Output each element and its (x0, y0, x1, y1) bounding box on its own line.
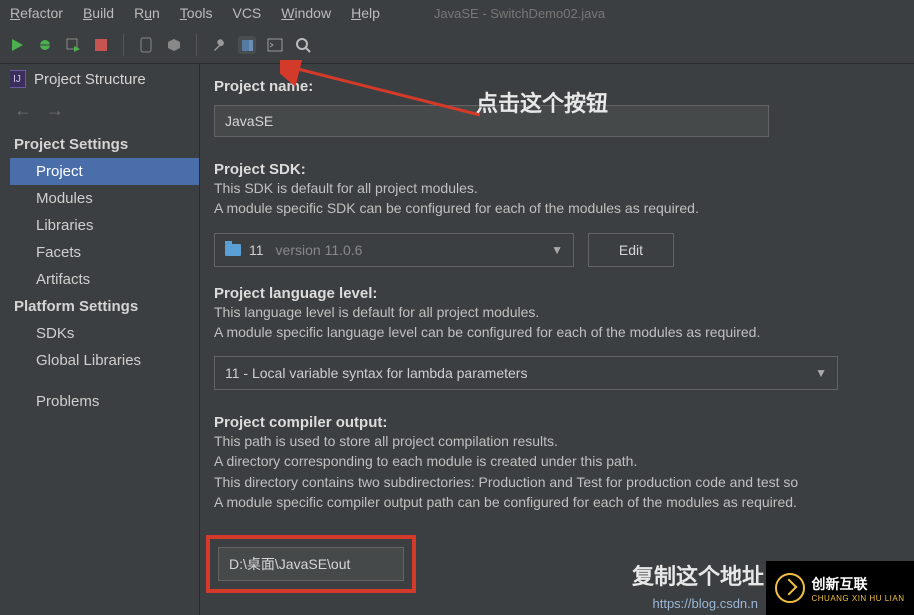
desc-out-1: This path is used to store all project c… (214, 431, 900, 451)
label-compiler-output: Project compiler output: (214, 414, 900, 431)
desc-lang-1: This language level is default for all p… (214, 302, 900, 322)
sidebar-item-libraries[interactable]: Libraries (0, 212, 199, 239)
compiler-output-input[interactable] (218, 547, 404, 581)
coverage-icon[interactable] (64, 36, 82, 54)
bug-icon[interactable] (36, 36, 54, 54)
edit-button[interactable]: Edit (588, 233, 674, 267)
forward-arrow-icon[interactable]: → (46, 100, 64, 121)
sidebar-item-artifacts[interactable]: Artifacts (0, 266, 199, 293)
watermark: 创新互联 CHUANG XIN HU LIAN (766, 561, 914, 615)
toolbar (0, 26, 914, 64)
annotation-click-label: 点击这个按钮 (476, 86, 608, 118)
desc-out-2: A directory corresponding to each module… (214, 451, 900, 471)
desc-out-3: This directory contains two subdirectori… (214, 472, 900, 492)
sidebar-item-facets[interactable]: Facets (0, 239, 199, 266)
folder-icon (225, 244, 241, 256)
back-arrow-icon[interactable]: ← (14, 100, 32, 121)
dialog-title: Project Structure (34, 71, 146, 88)
window-title: JavaSE - SwitchDemo02.java (434, 6, 605, 21)
stop-icon[interactable] (92, 36, 110, 54)
desc-out-4: A module specific compiler output path c… (214, 492, 900, 512)
terminal-icon[interactable] (266, 36, 284, 54)
chevron-down-icon: ▼ (815, 366, 827, 380)
desc-lang-2: A module specific language level can be … (214, 322, 900, 342)
language-level-selector[interactable]: 11 - Local variable syntax for lambda pa… (214, 356, 838, 390)
dialog-header: IJ Project Structure (0, 64, 199, 96)
menubar: Refactor Build Run Tools VCS Window Help… (0, 0, 914, 26)
section-platform-settings: Platform Settings (0, 293, 199, 320)
section-project-settings: Project Settings (0, 131, 199, 158)
watermark-logo-icon (775, 573, 805, 603)
toolbar-separator (196, 34, 197, 56)
sdk-version: version 11.0.6 (276, 242, 363, 258)
menu-help[interactable]: Help (345, 3, 386, 23)
content-panel: Project name: Project SDK: This SDK is d… (200, 64, 914, 615)
desc-sdk-2: A module specific SDK can be configured … (214, 198, 900, 218)
run-icon[interactable] (8, 36, 26, 54)
intellij-icon: IJ (8, 70, 26, 88)
chevron-down-icon: ▼ (551, 243, 563, 257)
sidebar-item-global-libraries[interactable]: Global Libraries (0, 347, 199, 374)
gutter (0, 66, 10, 606)
footer-url: https://blog.csdn.n (652, 596, 758, 611)
menu-vcs[interactable]: VCS (226, 3, 267, 23)
cube-icon[interactable] (165, 36, 183, 54)
toolbar-separator (123, 34, 124, 56)
main-area: IJ Project Structure ← → Project Setting… (0, 64, 914, 615)
desc-sdk-1: This SDK is default for all project modu… (214, 178, 900, 198)
watermark-en: CHUANG XIN HU LIAN (811, 594, 904, 603)
menu-build[interactable]: Build (77, 3, 120, 23)
menu-window[interactable]: Window (275, 3, 337, 23)
sidebar-item-project[interactable]: Project (0, 158, 199, 185)
annotation-copy-label: 复制这个地址 (632, 559, 764, 591)
sidebar: IJ Project Structure ← → Project Setting… (0, 64, 200, 615)
sidebar-item-modules[interactable]: Modules (0, 185, 199, 212)
label-lang-level: Project language level: (214, 285, 900, 302)
project-structure-icon[interactable] (238, 36, 256, 54)
lang-value: 11 - Local variable syntax for lambda pa… (225, 365, 527, 381)
menu-run[interactable]: Run (128, 3, 166, 23)
sdk-value: 11 (249, 242, 264, 258)
sdk-selector[interactable]: 11 version 11.0.6 ▼ (214, 233, 574, 267)
annotation-box-output (206, 535, 416, 593)
sidebar-item-sdks[interactable]: SDKs (0, 320, 199, 347)
label-project-sdk: Project SDK: (214, 161, 900, 178)
menu-refactor[interactable]: Refactor (4, 3, 69, 23)
search-icon[interactable] (294, 36, 312, 54)
wrench-icon[interactable] (210, 36, 228, 54)
sidebar-item-problems[interactable]: Problems (0, 388, 199, 415)
menu-tools[interactable]: Tools (174, 3, 219, 23)
watermark-cn: 创新互联 (811, 574, 904, 594)
device-icon[interactable] (137, 36, 155, 54)
